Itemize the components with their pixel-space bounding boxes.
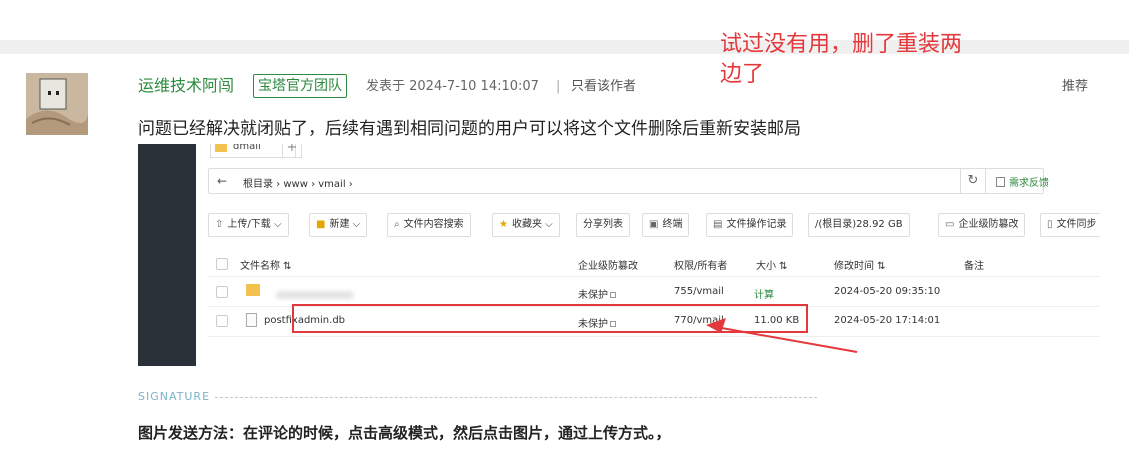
folder-icon [246, 284, 260, 296]
row-checkbox [216, 286, 228, 298]
share-label: 分享列表 [583, 219, 623, 230]
favorites-button: ★ 收藏夹 ⌵ [492, 213, 560, 237]
new-folder-icon: ■ [316, 219, 326, 230]
shield-icon: ▭ [945, 219, 955, 230]
row-perm: 755/vmail [674, 286, 724, 297]
row-divider [208, 336, 1100, 337]
header-divider [208, 276, 1100, 277]
file-icon [246, 313, 257, 327]
add-tab-icon: + [282, 144, 302, 158]
signature-label: SIGNATURE [138, 390, 211, 403]
screenshot-sidebar [138, 144, 196, 366]
terminal-label: 终端 [662, 219, 683, 230]
path-bar: ← 根目录 › www › vmail › [208, 168, 1044, 194]
red-annotation: 试过没有用，删了重装两 边了 [720, 30, 1020, 90]
sync-icon: ▯ [1047, 219, 1053, 230]
log-icon: ▤ [713, 219, 723, 230]
tamper-button: ▭ 企业级防篡改 [938, 213, 1026, 237]
back-arrow-icon: ← [217, 174, 228, 188]
disk-label: /(根目录)28.92 GB [815, 219, 903, 230]
blurred-filename [276, 291, 354, 299]
oplog-button: ▤ 文件操作记录 [706, 213, 794, 237]
col-tamper: 企业级防篡改 [578, 261, 638, 272]
avatar-image [26, 73, 88, 135]
select-all-checkbox [216, 258, 228, 270]
new-label: 新建 ⌵ [329, 219, 361, 230]
post-time: 发表于 2024-7-10 14:10:07 [366, 79, 539, 94]
tab-label: dmail [233, 144, 261, 152]
team-badge: 宝塔官方团队 [253, 74, 347, 98]
row-checkbox [216, 315, 228, 327]
feedback-link: 需求反馈 [996, 174, 1049, 189]
feedback-icon [996, 177, 1005, 187]
search-label: 文件内容搜索 [403, 219, 464, 230]
folder-icon [215, 144, 227, 152]
lock-icon [610, 292, 616, 298]
annotation-line-1: 试过没有用，删了重装两 [720, 32, 963, 57]
col-mtime: 修改时间 ⇅ [834, 261, 886, 272]
col-name: 文件名称 ⇅ [240, 261, 292, 272]
meta-separator: | [556, 79, 561, 94]
share-list-button: 分享列表 [576, 213, 630, 237]
file-manager: dmail + ← 根目录 › www › vmail › ↻ 需求反馈 ⇧ 上传… [196, 144, 1100, 366]
terminal-button: ▣ 终端 [642, 213, 690, 237]
col-perm: 权限/所有者 [674, 261, 728, 272]
embedded-screenshot: dmail + ← 根目录 › www › vmail › ↻ 需求反馈 ⇧ 上传… [138, 144, 1100, 366]
sync-button: ▯ 文件同步 [1040, 213, 1100, 237]
star-icon: ★ [499, 219, 508, 230]
author-name[interactable]: 运维技术阿闯 [138, 76, 234, 96]
content-search-button: ⌕ 文件内容搜索 [387, 213, 471, 237]
feedback-label: 需求反馈 [1009, 178, 1049, 189]
favorites-label: 收藏夹 ⌵ [511, 219, 553, 230]
upload-download-button: ⇧ 上传/下载 ⌵ [208, 213, 289, 237]
search-icon: ⌕ [394, 219, 400, 230]
row-mtime: 2024-05-20 17:14:01 [834, 315, 941, 326]
oplog-label: 文件操作记录 [726, 219, 787, 230]
new-button: ■ 新建 ⌵ [309, 213, 368, 237]
recommend-button[interactable]: 推荐 [1062, 78, 1088, 96]
upload-icon: ⇧ [215, 219, 224, 230]
upload-label: 上传/下载 ⌵ [227, 219, 282, 230]
post-message: 问题已经解决就闭贴了，后续有遇到相同问题的用户可以将这个文件删除后重新安装邮局 [138, 119, 801, 139]
signature-divider [215, 397, 817, 398]
sync-label: 文件同步 [1056, 219, 1097, 230]
tamper-label: 企业级防篡改 [958, 219, 1019, 230]
signature-text: 图片发送方法：在评论的时候，点击高级模式，然后点击图片，通过上传方式。， [138, 424, 671, 442]
col-note: 备注 [964, 261, 984, 272]
row-size: 计算 [754, 290, 774, 301]
disk-button: /(根目录)28.92 GB [808, 213, 910, 237]
view-author-only-link[interactable]: 只看该作者 [571, 78, 636, 96]
col-size: 大小 ⇅ [756, 261, 788, 272]
terminal-icon: ▣ [649, 219, 659, 230]
row-tamper-text: 未保护 [578, 290, 608, 301]
row-tamper: 未保护 [578, 286, 616, 301]
breadcrumb: 根目录 › www › vmail › [243, 179, 353, 190]
row-mtime: 2024-05-20 09:35:10 [834, 286, 941, 297]
refresh-icon: ↻ [960, 168, 986, 194]
red-highlight-box [292, 304, 808, 333]
avatar[interactable] [26, 73, 88, 135]
annotation-line-2: 边了 [720, 62, 765, 87]
